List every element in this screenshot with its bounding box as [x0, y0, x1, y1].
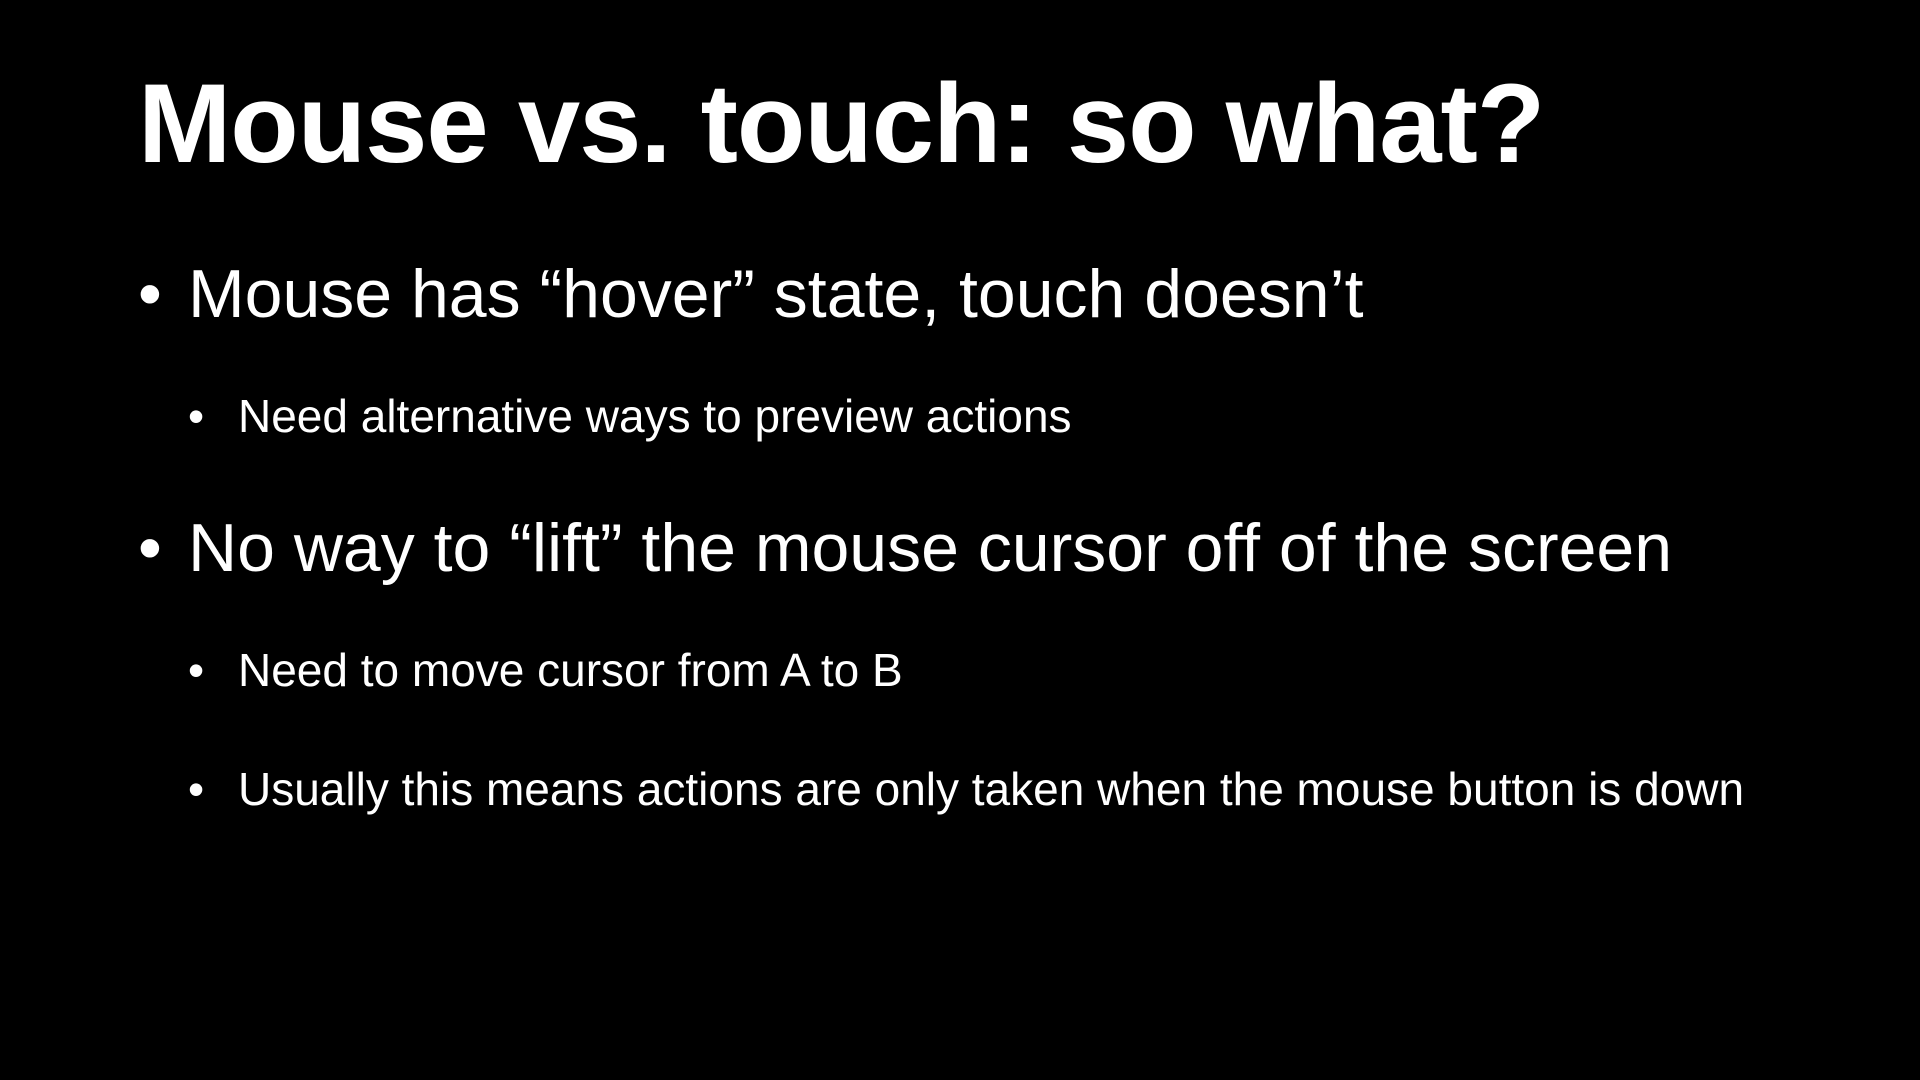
bullet-dot: • — [188, 390, 205, 443]
sub-bullet-text: Need to move cursor from A to B — [238, 644, 903, 697]
bullet-text: Mouse has “hover” state, touch doesn’t — [188, 256, 1364, 332]
bullet-dot: • — [138, 256, 162, 332]
slide-title: Mouse vs. touch: so what? — [138, 61, 1545, 186]
bullet-item: • Mouse has “hover” state, touch doesn’t — [138, 255, 1818, 333]
sub-bullet-item: • Need alternative ways to preview actio… — [138, 387, 1818, 447]
bullet-dot: • — [188, 762, 205, 815]
sub-bullet-item: • Need to move cursor from A to B — [138, 641, 1818, 701]
slide: Mouse vs. touch: so what? • Mouse has “h… — [0, 0, 1920, 1080]
bullet-dot: • — [188, 644, 205, 697]
sub-bullet-text: Usually this means actions are only take… — [238, 762, 1745, 815]
bullet-text: No way to “lift” the mouse cursor off of… — [188, 509, 1673, 586]
bullet-dot: • — [138, 509, 162, 586]
sub-bullet-text: Need alternative ways to preview actions — [238, 390, 1072, 443]
sub-bullet-item: • Usually this means actions are only ta… — [138, 760, 1918, 820]
bullet-item: • No way to “lift” the mouse cursor off … — [138, 509, 1818, 587]
bullet-list: • Mouse has “hover” state, touch doesn’t… — [138, 255, 1818, 820]
